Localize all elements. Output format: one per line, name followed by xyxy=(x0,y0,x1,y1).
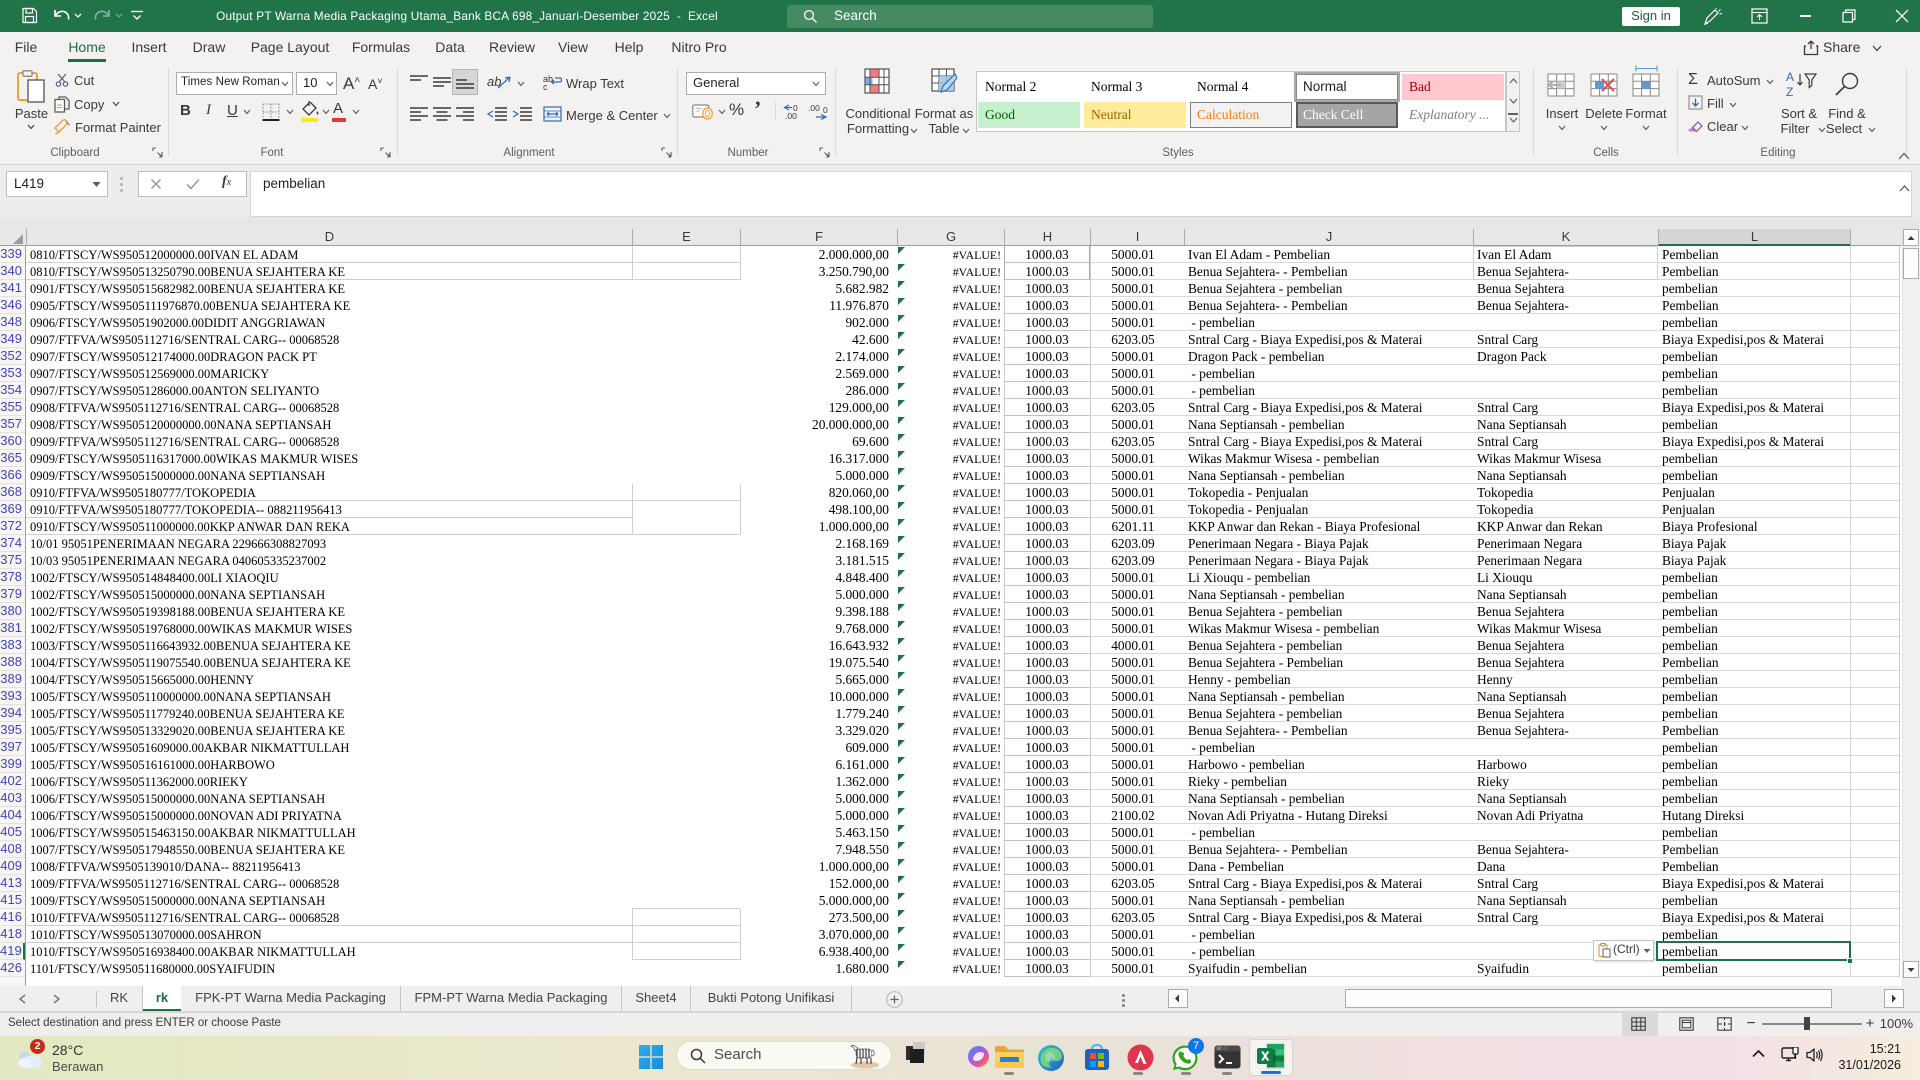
svg-text:0: 0 xyxy=(823,105,828,115)
svg-text:c: c xyxy=(543,82,548,91)
svg-text:.00: .00 xyxy=(785,111,797,120)
svg-text:.00: .00 xyxy=(808,103,820,113)
